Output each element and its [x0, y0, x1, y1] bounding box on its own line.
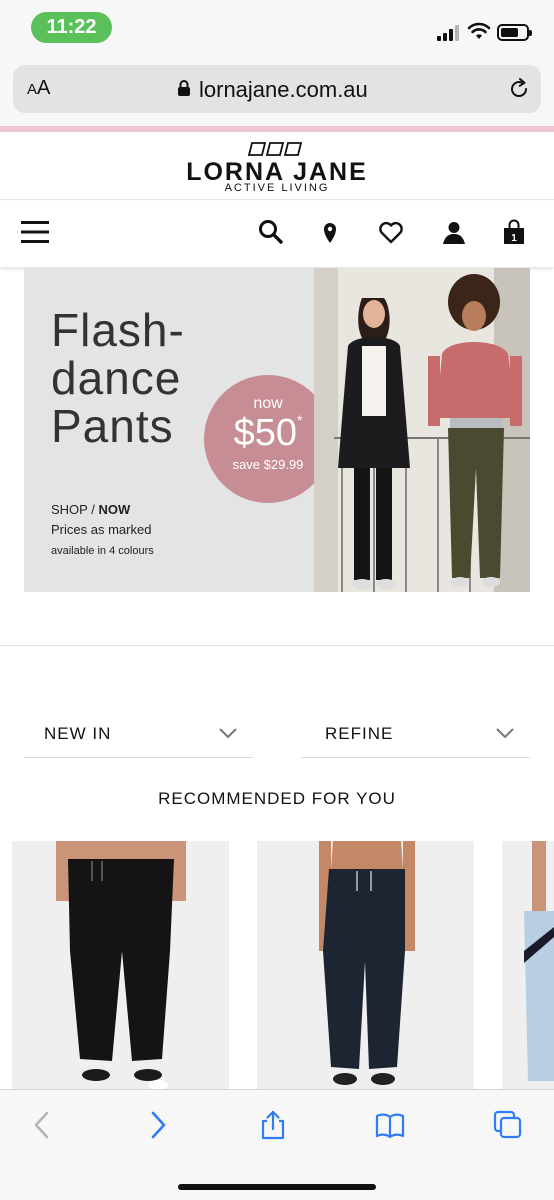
menu-icon[interactable]	[21, 218, 49, 246]
hero-title: Flash- dance Pants	[51, 306, 185, 450]
heart-icon[interactable]	[377, 218, 405, 246]
text-size-small-label: A	[27, 81, 38, 98]
reload-icon[interactable]	[507, 77, 531, 101]
hero-title-line: dance	[51, 352, 182, 404]
hero-title-line: Flash-	[51, 304, 185, 356]
site-nav-bar: 1	[0, 201, 554, 267]
forward-arrow-icon[interactable]	[143, 1110, 173, 1140]
hero-title-line: Pants	[51, 400, 174, 452]
back-arrow-icon[interactable]	[27, 1110, 57, 1140]
site-logo[interactable]: LORNA JANE ACTIVE LIVING	[0, 132, 554, 200]
hero-shop-now: NOW	[98, 502, 131, 517]
brand-mark-icon	[248, 142, 303, 156]
shopping-bag-icon[interactable]: 1	[500, 218, 528, 246]
battery-icon	[497, 24, 532, 41]
chevron-down-icon	[496, 728, 514, 739]
status-time: 11:22	[31, 12, 112, 43]
refine-dropdown-label: REFINE	[325, 724, 394, 743]
recommended-title: RECOMMENDED FOR YOU	[158, 789, 396, 808]
location-pin-icon[interactable]	[316, 218, 344, 246]
price-asterisk: *	[296, 412, 303, 428]
address-bar[interactable]: AA lornajane.com.au	[13, 65, 541, 113]
hero-banner[interactable]: Flash- dance Pants SHOP / NOW Prices as …	[24, 268, 530, 592]
price-badge: now $50* save $29.99	[204, 375, 332, 503]
price-amount: $50*	[204, 412, 332, 455]
price-now-label: now	[253, 395, 283, 412]
status-bar: 11:22	[0, 0, 554, 58]
cellular-signal-icon	[437, 24, 461, 41]
bookmarks-icon[interactable]	[375, 1110, 405, 1140]
lock-icon	[178, 80, 190, 96]
account-icon[interactable]	[440, 218, 468, 246]
refine-dropdown[interactable]: REFINE	[301, 712, 530, 758]
share-icon[interactable]	[258, 1110, 288, 1140]
browser-address-area: AA lornajane.com.au	[0, 58, 554, 126]
search-icon[interactable]	[257, 218, 285, 246]
price-save-label: save $29.99	[232, 457, 304, 472]
wifi-icon	[467, 22, 491, 39]
text-size-large-label: A	[37, 77, 51, 99]
tabs-icon[interactable]	[493, 1110, 523, 1140]
hero-prices-note: Prices as marked	[51, 522, 152, 537]
sort-dropdown-label: NEW IN	[44, 724, 112, 743]
price-value: $50	[233, 412, 297, 454]
home-indicator	[178, 1184, 376, 1190]
hero-colours-note: available in 4 colours	[51, 545, 154, 557]
product-image-black-pants[interactable]	[12, 841, 229, 1089]
product-image-navy-pants[interactable]	[257, 841, 474, 1089]
product-image-partial[interactable]	[502, 841, 554, 1089]
hero-models-photo	[314, 268, 530, 592]
hero-shop-label: SHOP /	[51, 502, 95, 517]
cart-count-badge: 1	[511, 233, 517, 244]
brand-tagline: ACTIVE LIVING	[224, 182, 330, 194]
sort-dropdown[interactable]: NEW IN	[24, 712, 253, 758]
section-divider	[0, 645, 554, 646]
browser-toolbar	[0, 1089, 554, 1200]
chevron-down-icon	[219, 728, 237, 739]
text-size-button[interactable]: AA	[27, 77, 50, 100]
hero-shop-now-link[interactable]: SHOP / NOW	[51, 502, 130, 517]
url-text[interactable]: lornajane.com.au	[199, 77, 368, 103]
